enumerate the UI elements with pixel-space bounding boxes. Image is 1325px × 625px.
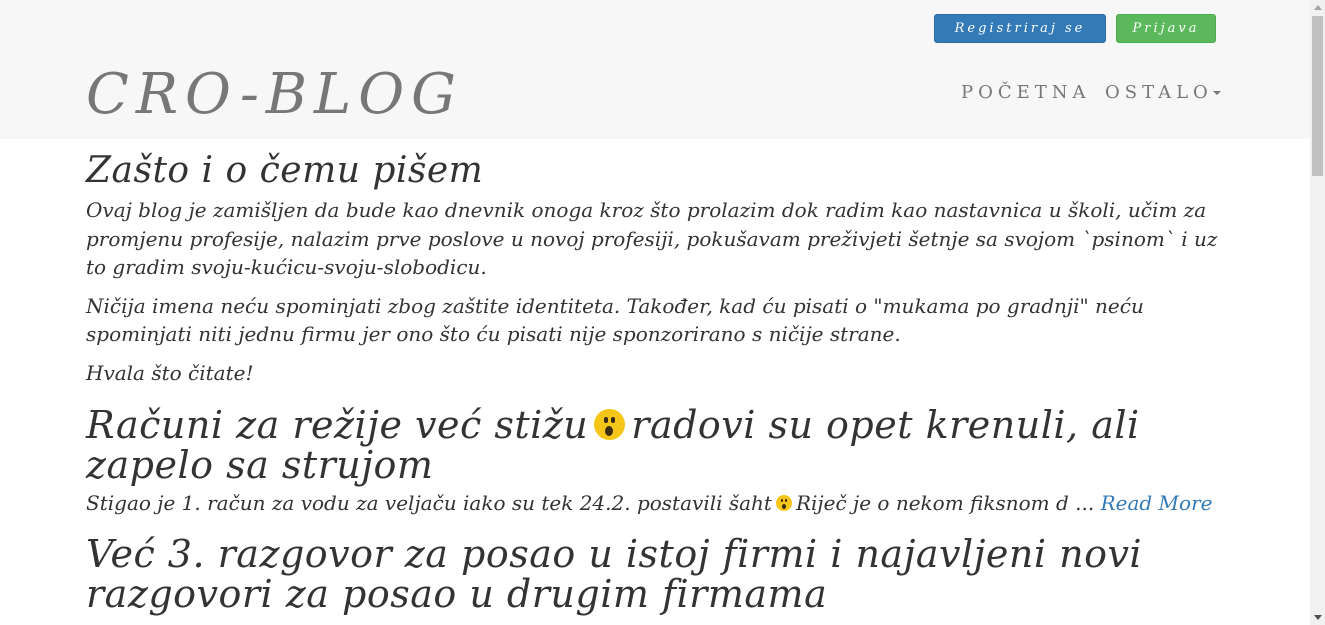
post-excerpt-part: Stigao je 1. račun za vodu za veljaču ia… bbox=[86, 491, 772, 515]
scrollbar-thumb[interactable] bbox=[1312, 16, 1323, 176]
site-header: Registriraj se Prijava CRO-BLOG POČETNA … bbox=[0, 0, 1310, 139]
intro-paragraph: Ovaj blog je zamišljen da bude kao dnevn… bbox=[86, 198, 1218, 279]
scroll-up-arrow-icon[interactable] bbox=[1314, 5, 1322, 10]
scroll-down-arrow-icon[interactable] bbox=[1314, 615, 1322, 620]
intro-paragraph: Hvala što čitate! bbox=[86, 360, 254, 385]
register-button[interactable]: Registriraj se bbox=[934, 14, 1106, 43]
read-more-link[interactable]: Read More bbox=[1101, 491, 1213, 515]
post-excerpt-part: Riječ je o nekom fiksnom d ... bbox=[795, 491, 1095, 515]
post-title[interactable]: Računi za režije već stižu radovi su opet… bbox=[86, 405, 1226, 485]
post-excerpt: Stigao je 1. račun za vodu za veljaču ia… bbox=[86, 489, 1226, 518]
vertical-scrollbar[interactable] bbox=[1310, 0, 1325, 625]
nav-home-label: POČETNA bbox=[961, 82, 1091, 103]
nav-home[interactable]: POČETNA bbox=[961, 80, 1091, 106]
post-title[interactable]: Već 3. razgovor za posao u istoj firmi i… bbox=[86, 534, 1226, 614]
caret-down-icon bbox=[1212, 91, 1221, 95]
intro-title: Zašto i o čemu pišem bbox=[86, 150, 484, 191]
login-button[interactable]: Prijava bbox=[1116, 14, 1216, 43]
nav-other-dropdown[interactable]: OSTALO bbox=[1105, 80, 1221, 106]
astonished-face-icon bbox=[775, 495, 792, 511]
main-content: Zašto i o čemu pišem Ovaj blog je zamišl… bbox=[86, 150, 1226, 614]
astonished-face-icon bbox=[594, 409, 626, 440]
nav-other-label: OSTALO bbox=[1105, 82, 1213, 103]
post-title-part: Računi za režije već stižu bbox=[86, 403, 589, 447]
intro-paragraph: Ničija imena neću spominjati zbog zaštit… bbox=[86, 293, 1144, 347]
site-brand[interactable]: CRO-BLOG bbox=[86, 60, 463, 130]
